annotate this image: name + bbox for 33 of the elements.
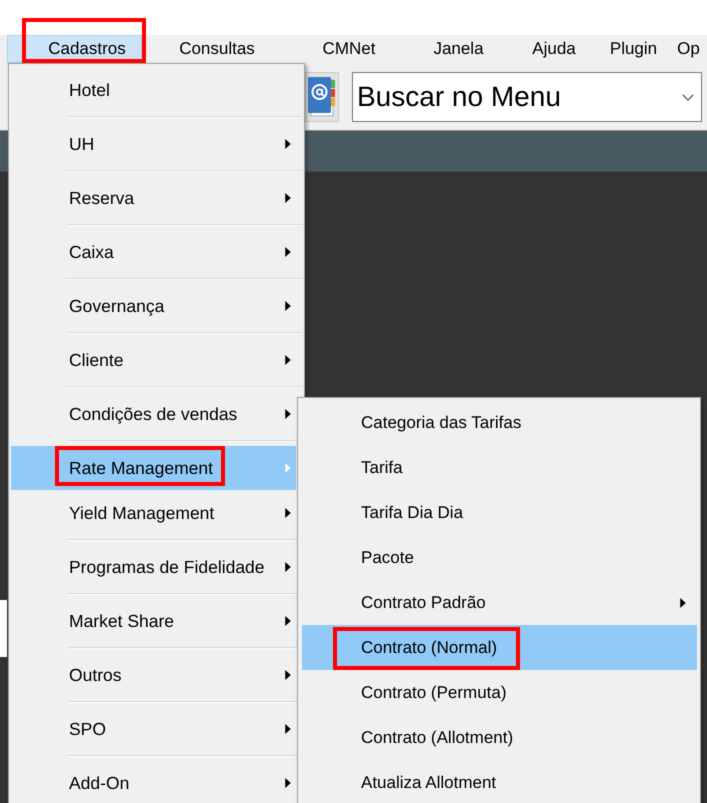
menu-bar-item[interactable]: Janela bbox=[427, 35, 490, 63]
menu-bar-item[interactable]: Consultas bbox=[173, 35, 261, 63]
menu-item[interactable]: Reserva bbox=[11, 172, 296, 224]
chevron-down-icon[interactable] bbox=[682, 94, 694, 101]
menu-bar-item[interactable]: Plugin bbox=[604, 35, 664, 63]
submenu-item[interactable]: Categoria das Tarifas bbox=[302, 400, 697, 445]
submenu-item[interactable]: Tarifa bbox=[302, 445, 697, 490]
submenu-item[interactable]: Contrato (Allotment) bbox=[302, 715, 697, 760]
menu-item[interactable]: Yield Management bbox=[11, 487, 296, 539]
menu-item[interactable]: Cliente bbox=[11, 334, 296, 386]
submenu-item[interactable]: Pacote bbox=[302, 535, 697, 580]
menu-item[interactable]: Caixa bbox=[11, 226, 296, 278]
menu-item[interactable]: Rate Management bbox=[11, 446, 296, 490]
menu-item[interactable]: Hotel bbox=[11, 64, 296, 116]
menu-item[interactable]: Governança bbox=[11, 280, 296, 332]
menu-item[interactable]: Add-On bbox=[11, 757, 296, 803]
submenu-item[interactable]: Contrato (Permuta) bbox=[302, 670, 697, 715]
menu-item[interactable]: Condições de vendas bbox=[11, 388, 296, 440]
menu-bar-item[interactable]: Ajuda bbox=[526, 35, 582, 63]
submenu-item[interactable]: Tarifa Dia Dia bbox=[302, 490, 697, 535]
menu-item[interactable]: Outros bbox=[11, 649, 296, 701]
submenu-item[interactable]: Contrato Padrão bbox=[302, 580, 697, 625]
menu-bar-item[interactable]: Op bbox=[671, 35, 706, 63]
menu-item[interactable]: Programas de Fidelidade bbox=[11, 541, 296, 593]
menu-item[interactable]: SPO bbox=[11, 703, 296, 755]
menu-item[interactable]: UH bbox=[11, 118, 296, 170]
search-field[interactable]: Buscar no Menu bbox=[352, 72, 702, 122]
window-edge bbox=[0, 600, 7, 657]
menu-bar-item[interactable]: CMNet bbox=[316, 35, 382, 63]
submenu-item[interactable]: Atualiza Allotment bbox=[302, 760, 697, 803]
address-book-icon[interactable] bbox=[305, 72, 339, 122]
menu-item[interactable]: Market Share bbox=[11, 595, 296, 647]
submenu-item[interactable]: Contrato (Normal) bbox=[302, 625, 697, 670]
